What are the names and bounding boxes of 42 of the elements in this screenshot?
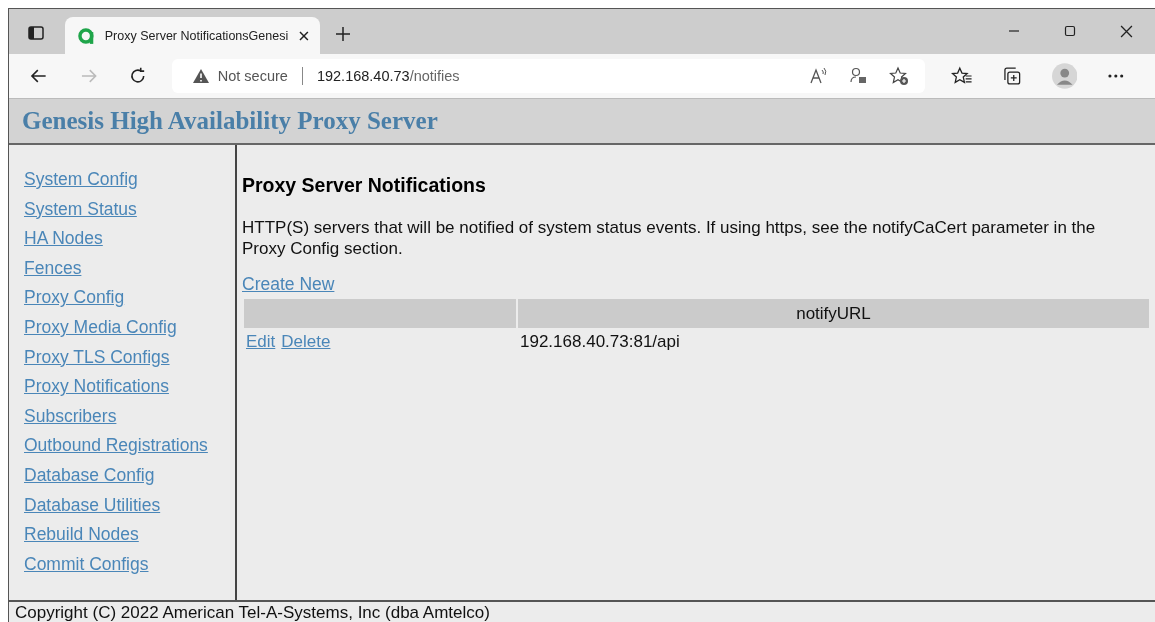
site-title: Genesis High Availability Proxy Server: [22, 107, 438, 135]
nav-link[interactable]: Rebuild Nodes: [24, 520, 139, 550]
page-heading: Proxy Server Notifications: [242, 174, 487, 197]
nav-link[interactable]: Database Utilities: [24, 490, 161, 521]
warning-icon: [191, 68, 210, 84]
description-text: HTTP(S) servers that will be notified of system status events. If using https, see the notifyCaCert parameter in the Proxy Config section.: [242, 217, 1097, 259]
nav-link[interactable]: Commit Configs: [24, 549, 149, 580]
nav-link[interactable]: Proxy Media Config: [24, 312, 177, 343]
copyright-text: Copyright (C) 2022 American Tel-A-Systems, Inc (dba Amtelco): [15, 603, 490, 622]
nav-link[interactable]: Proxy Notifications: [24, 372, 169, 402]
avatar-icon[interactable]: [1051, 63, 1078, 89]
close-icon[interactable]: [1120, 25, 1133, 38]
close-icon[interactable]: [298, 29, 310, 42]
nav-link[interactable]: System Status: [24, 194, 137, 225]
nav-link[interactable]: Proxy TLS Configs: [24, 342, 170, 373]
nav-link[interactable]: HA Nodes: [24, 224, 103, 254]
person-icon[interactable]: [848, 67, 869, 85]
table-cell-text: 192.168.40.73:81/api: [519, 331, 681, 353]
address-bar[interactable]: Not secure 192.168.40.73/notifies: [171, 59, 925, 93]
browser-tab[interactable]: Proxy Server NotificationsGenesi: [65, 17, 320, 54]
url-text: 192.168.40.73/notifies: [316, 68, 460, 84]
more-icon[interactable]: [1107, 73, 1125, 79]
nav-link[interactable]: Proxy Config: [24, 283, 125, 313]
collections-icon[interactable]: [1002, 66, 1022, 86]
nav-link[interactable]: Fences: [24, 253, 82, 284]
nav-link[interactable]: Database Config: [24, 460, 155, 491]
nav-link[interactable]: Subscribers: [24, 401, 117, 432]
add-favorite-icon[interactable]: [888, 66, 909, 86]
favorites-icon[interactable]: [950, 66, 973, 86]
maximize-icon[interactable]: [1064, 25, 1076, 37]
create-new-link[interactable]: Create New: [242, 274, 335, 294]
nav-link[interactable]: Outbound Registrations: [24, 431, 208, 461]
read-aloud-icon[interactable]: [808, 67, 829, 85]
new-tab-icon[interactable]: [335, 26, 351, 42]
action-link[interactable]: Delete: [281, 332, 331, 351]
action-link[interactable]: Edit: [246, 332, 276, 351]
tab-actions-icon[interactable]: [27, 24, 45, 42]
security-label: Not secure: [217, 68, 288, 84]
nav-link[interactable]: System Config: [24, 165, 138, 195]
column-header: notifyURL: [518, 299, 1149, 328]
tab-title: Proxy Server NotificationsGenesi: [104, 28, 289, 43]
site-logo-icon: [77, 26, 95, 45]
